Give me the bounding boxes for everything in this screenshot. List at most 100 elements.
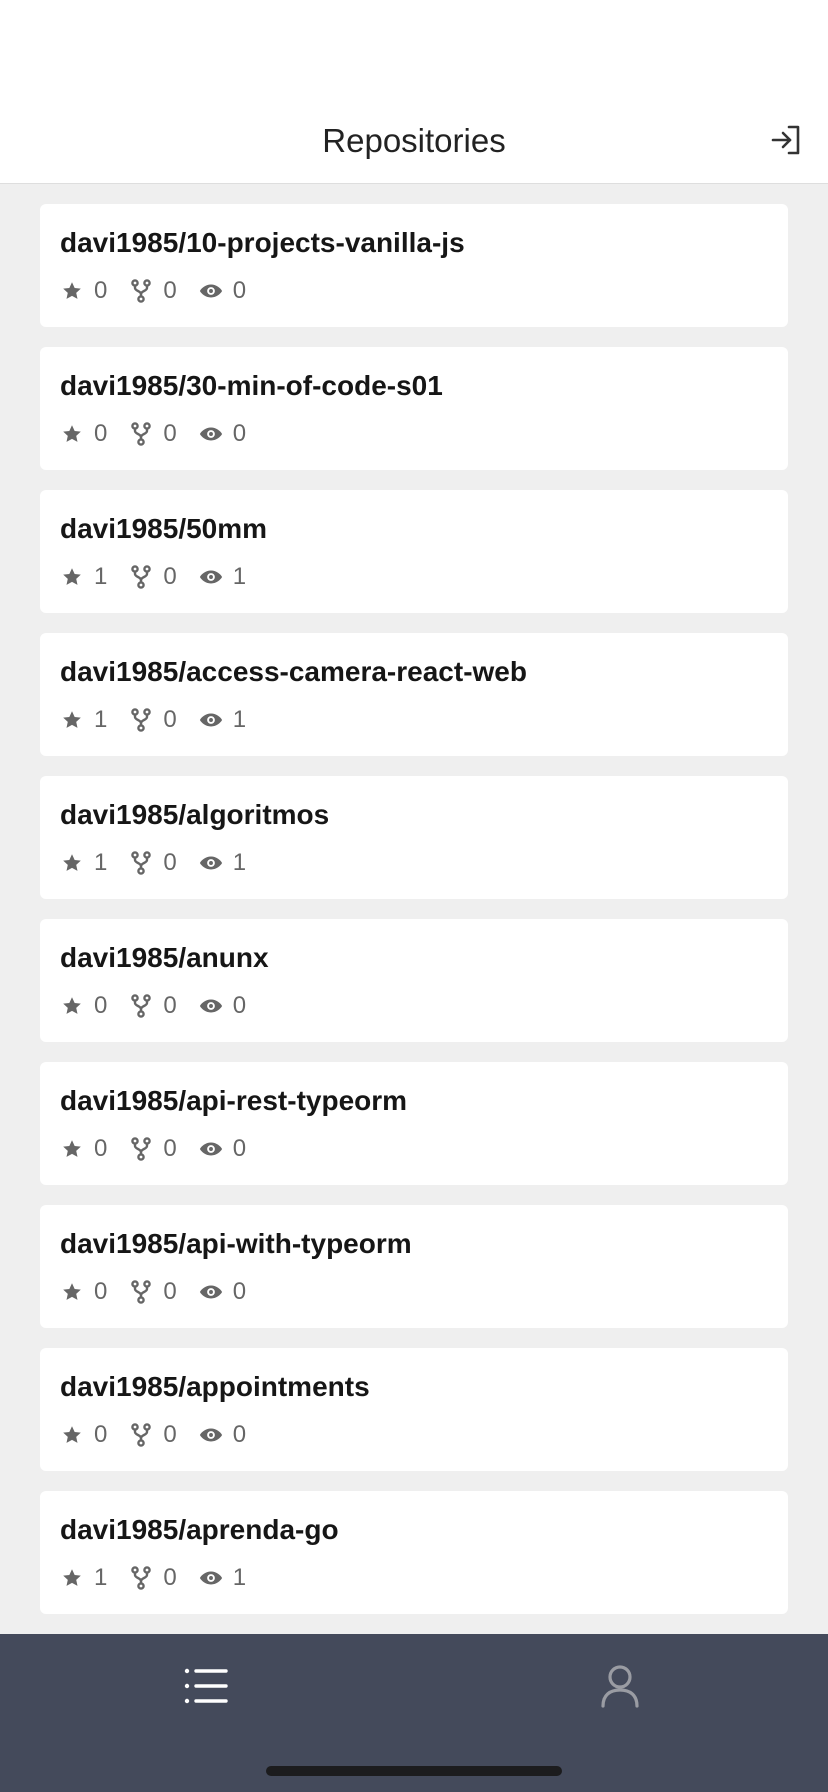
stars-stat: 1 <box>60 705 107 735</box>
forks-stat: 0 <box>129 991 177 1021</box>
stars-stat: 0 <box>60 991 107 1021</box>
repository-card[interactable]: davi1985/algoritmos 1 0 1 <box>40 776 788 899</box>
forks-count: 0 <box>163 420 177 447</box>
watchers-count: 0 <box>232 420 247 447</box>
repository-card[interactable]: davi1985/50mm 1 0 1 <box>40 490 788 613</box>
stars-count: 0 <box>94 1421 108 1448</box>
repository-stats: 0 0 0 <box>60 419 768 449</box>
repository-name: davi1985/algoritmos <box>60 799 330 830</box>
forks-stat: 0 <box>129 562 177 592</box>
fork-icon <box>129 994 153 1018</box>
app-screen: Repositories davi1985/10-projects-vanill… <box>0 0 828 1792</box>
repository-name: davi1985/30-min-of-code-s01 <box>60 370 443 401</box>
eye-icon <box>199 1280 223 1304</box>
tab-profile[interactable] <box>590 1662 650 1710</box>
repository-card[interactable]: davi1985/api-rest-typeorm 0 0 0 <box>40 1062 788 1185</box>
repository-name: davi1985/50mm <box>60 513 268 544</box>
repository-card[interactable]: davi1985/aprenda-go 1 0 1 <box>40 1491 788 1614</box>
eye-icon <box>199 1137 223 1161</box>
repository-name: davi1985/api-rest-typeorm <box>60 1085 408 1116</box>
watchers-stat: 0 <box>199 1277 246 1307</box>
forks-stat: 0 <box>129 848 177 878</box>
repository-name: davi1985/anunx <box>60 942 269 973</box>
eye-icon <box>199 422 223 446</box>
forks-stat: 0 <box>129 1563 177 1593</box>
forks-count: 0 <box>163 563 177 590</box>
watchers-count: 0 <box>232 992 247 1019</box>
forks-stat: 0 <box>129 1420 177 1450</box>
stars-count: 1 <box>94 849 108 876</box>
repository-stats: 1 0 1 <box>60 1563 768 1593</box>
forks-count: 0 <box>163 992 177 1019</box>
home-indicator <box>266 1766 562 1776</box>
stars-stat: 1 <box>60 1563 107 1593</box>
forks-stat: 0 <box>129 1134 177 1164</box>
watchers-stat: 0 <box>199 419 246 449</box>
repository-name: davi1985/appointments <box>60 1371 370 1402</box>
logout-button[interactable] <box>766 120 806 160</box>
stars-count: 1 <box>94 1564 108 1591</box>
forks-count: 0 <box>163 1564 177 1591</box>
fork-icon <box>129 1423 153 1447</box>
repository-stats: 0 0 0 <box>60 991 768 1021</box>
fork-icon <box>129 851 153 875</box>
status-bar-area <box>0 0 828 96</box>
stars-count: 0 <box>94 1135 108 1162</box>
repository-stats: 0 0 0 <box>60 1134 768 1164</box>
navigation-header: Repositories <box>0 96 828 184</box>
watchers-stat: 1 <box>199 848 246 878</box>
star-icon <box>60 1137 84 1161</box>
star-icon <box>60 279 84 303</box>
star-icon <box>60 1423 84 1447</box>
repository-card[interactable]: davi1985/api-with-typeorm 0 0 0 <box>40 1205 788 1328</box>
fork-icon <box>129 279 153 303</box>
user-icon <box>601 1665 639 1708</box>
bottom-tab-bar <box>0 1634 828 1792</box>
forks-stat: 0 <box>129 419 177 449</box>
watchers-stat: 0 <box>199 1420 246 1450</box>
forks-stat: 0 <box>129 276 177 306</box>
repository-stats: 1 0 1 <box>60 705 768 735</box>
watchers-count: 0 <box>232 1421 247 1448</box>
stars-stat: 1 <box>60 848 107 878</box>
repository-name: davi1985/access-camera-react-web <box>60 656 527 687</box>
tab-repositories[interactable] <box>176 1662 236 1710</box>
repository-card[interactable]: davi1985/10-projects-vanilla-js 0 0 0 <box>40 204 788 327</box>
repository-card[interactable]: davi1985/appointments 0 0 0 <box>40 1348 788 1471</box>
repository-name: davi1985/api-with-typeorm <box>60 1228 412 1259</box>
repository-stats: 0 0 0 <box>60 1420 768 1450</box>
watchers-count: 0 <box>232 1278 247 1305</box>
repository-stats: 1 0 1 <box>60 848 768 878</box>
forks-stat: 0 <box>129 1277 177 1307</box>
repository-card[interactable]: davi1985/access-camera-react-web 1 0 1 <box>40 633 788 756</box>
repository-card[interactable]: davi1985/30-min-of-code-s01 0 0 0 <box>40 347 788 470</box>
stars-count: 0 <box>94 1278 108 1305</box>
fork-icon <box>129 708 153 732</box>
forks-count: 0 <box>163 1278 177 1305</box>
forks-count: 0 <box>163 277 177 304</box>
fork-icon <box>129 1566 153 1590</box>
watchers-count: 0 <box>232 1135 247 1162</box>
repository-card[interactable]: davi1985/anunx 0 0 0 <box>40 919 788 1042</box>
star-icon <box>60 851 84 875</box>
star-icon <box>60 1280 84 1304</box>
stars-count: 0 <box>94 277 108 304</box>
stars-count: 0 <box>94 992 108 1019</box>
eye-icon <box>199 1423 223 1447</box>
watchers-stat: 1 <box>199 562 246 592</box>
star-icon <box>60 422 84 446</box>
stars-stat: 1 <box>60 562 107 592</box>
star-icon <box>60 994 84 1018</box>
eye-icon <box>199 1566 223 1590</box>
fork-icon <box>129 1280 153 1304</box>
forks-count: 0 <box>163 1135 177 1162</box>
watchers-stat: 0 <box>199 276 246 306</box>
stars-stat: 0 <box>60 419 107 449</box>
forks-stat: 0 <box>129 705 177 735</box>
stars-stat: 0 <box>60 276 107 306</box>
repository-name: davi1985/aprenda-go <box>60 1514 339 1545</box>
page-title: Repositories <box>322 122 506 159</box>
forks-count: 0 <box>163 1421 177 1448</box>
stars-stat: 0 <box>60 1277 107 1307</box>
stars-count: 0 <box>94 420 108 447</box>
